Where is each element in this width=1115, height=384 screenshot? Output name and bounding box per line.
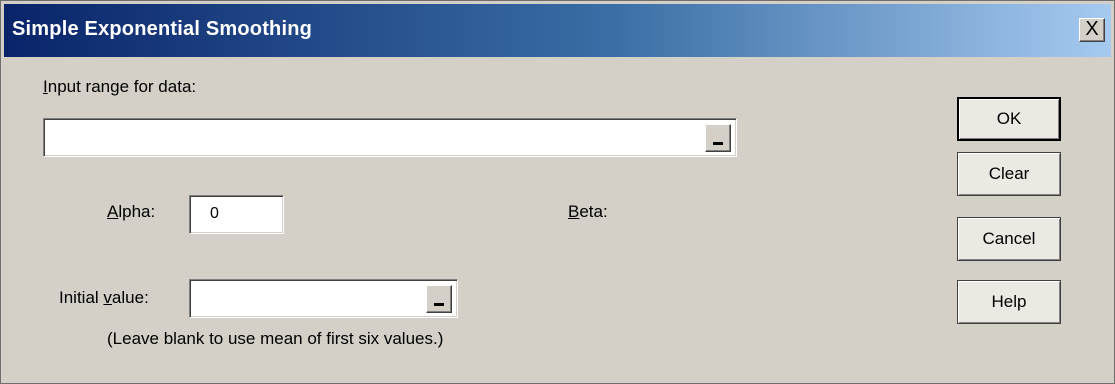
input-range-collapse-button[interactable] [705, 124, 731, 152]
input-range-field[interactable] [43, 118, 737, 157]
initial-value-label: Initial value: [59, 288, 149, 307]
window-title: Simple Exponential Smoothing [12, 18, 313, 40]
close-button[interactable]: X [1079, 18, 1105, 42]
input-range-label: Input range for data: [43, 77, 197, 96]
collapse-icon [713, 142, 723, 145]
beta-label: Beta: [568, 202, 608, 221]
initial-value-collapse-button[interactable] [426, 285, 452, 313]
initial-value-field[interactable] [189, 279, 458, 318]
title-bar[interactable]: Simple Exponential Smoothing X [4, 4, 1111, 57]
help-button[interactable]: Help [957, 280, 1061, 324]
ok-button[interactable]: OK [957, 97, 1061, 141]
alpha-label: Alpha: [107, 202, 156, 221]
clear-button[interactable]: Clear [957, 152, 1061, 196]
collapse-icon [434, 303, 444, 306]
close-icon: X [1085, 18, 1099, 40]
alpha-input[interactable]: 0 [189, 195, 284, 234]
initial-value-hint: (Leave blank to use mean of first six va… [107, 329, 444, 348]
cancel-button[interactable]: Cancel [957, 217, 1061, 261]
dialog-window: Simple Exponential Smoothing X Input ran… [0, 0, 1115, 384]
